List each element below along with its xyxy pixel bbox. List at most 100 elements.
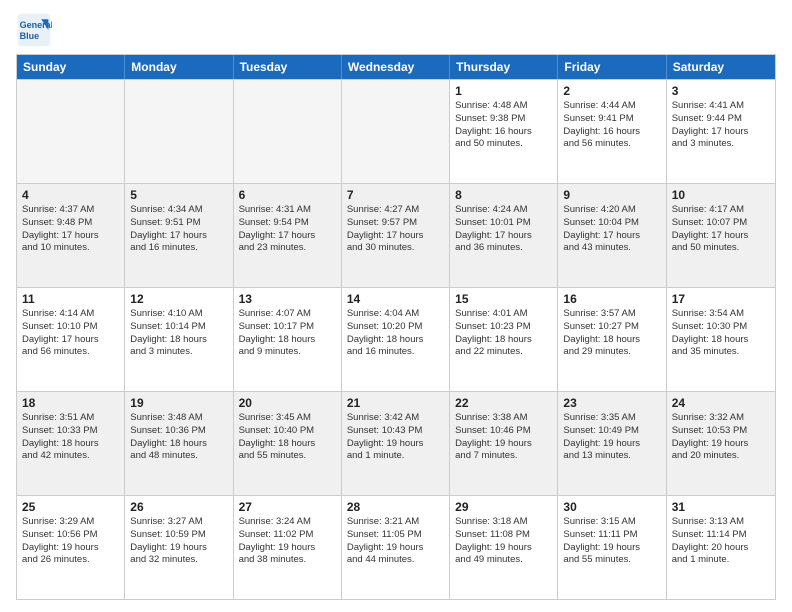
calendar-cell: 27 Sunrise: 3:24 AM Sunset: 11:02 PM Dayl…: [234, 496, 342, 599]
calendar-cell: 15 Sunrise: 4:01 AM Sunset: 10:23 PM Dayl…: [450, 288, 558, 391]
day-number: 16: [563, 292, 660, 306]
calendar-header: SundayMondayTuesdayWednesdayThursdayFrid…: [17, 55, 775, 79]
day-number: 23: [563, 396, 660, 410]
day-number: 9: [563, 188, 660, 202]
calendar-cell: 13 Sunrise: 4:07 AM Sunset: 10:17 PM Dayl…: [234, 288, 342, 391]
calendar-cell: 6 Sunrise: 4:31 AM Sunset: 9:54 PM Daylig…: [234, 184, 342, 287]
calendar-cell: 1 Sunrise: 4:48 AM Sunset: 9:38 PM Daylig…: [450, 80, 558, 183]
day-number: 26: [130, 500, 227, 514]
day-info: Sunrise: 3:38 AM Sunset: 10:46 PM Daylig…: [455, 412, 552, 463]
calendar-cell: 22 Sunrise: 3:38 AM Sunset: 10:46 PM Dayl…: [450, 392, 558, 495]
calendar-cell: 14 Sunrise: 4:04 AM Sunset: 10:20 PM Dayl…: [342, 288, 450, 391]
day-number: 20: [239, 396, 336, 410]
day-number: 28: [347, 500, 444, 514]
day-info: Sunrise: 4:48 AM Sunset: 9:38 PM Dayligh…: [455, 100, 552, 151]
calendar-row: 25 Sunrise: 3:29 AM Sunset: 10:56 PM Dayl…: [17, 495, 775, 599]
day-number: 1: [455, 84, 552, 98]
day-number: 29: [455, 500, 552, 514]
day-info: Sunrise: 3:27 AM Sunset: 10:59 PM Daylig…: [130, 516, 227, 567]
calendar-header-cell: Tuesday: [234, 55, 342, 79]
day-info: Sunrise: 4:27 AM Sunset: 9:57 PM Dayligh…: [347, 204, 444, 255]
calendar-header-cell: Saturday: [667, 55, 775, 79]
day-number: 12: [130, 292, 227, 306]
calendar-cell: 5 Sunrise: 4:34 AM Sunset: 9:51 PM Daylig…: [125, 184, 233, 287]
calendar-row: 4 Sunrise: 4:37 AM Sunset: 9:48 PM Daylig…: [17, 183, 775, 287]
day-info: Sunrise: 4:07 AM Sunset: 10:17 PM Daylig…: [239, 308, 336, 359]
day-info: Sunrise: 3:57 AM Sunset: 10:27 PM Daylig…: [563, 308, 660, 359]
calendar-header-cell: Friday: [558, 55, 666, 79]
calendar-cell: 24 Sunrise: 3:32 AM Sunset: 10:53 PM Dayl…: [667, 392, 775, 495]
calendar-cell: 2Sunrise: 4:44 AM Sunset: 9:41 PM Daylig…: [558, 80, 666, 183]
day-info: Sunrise: 3:15 AM Sunset: 11:11 PM Daylig…: [563, 516, 660, 567]
day-info: Sunrise: 4:17 AM Sunset: 10:07 PM Daylig…: [672, 204, 770, 255]
day-info: Sunrise: 3:35 AM Sunset: 10:49 PM Daylig…: [563, 412, 660, 463]
calendar-cell: [125, 80, 233, 183]
day-number: 15: [455, 292, 552, 306]
calendar-body: 1 Sunrise: 4:48 AM Sunset: 9:38 PM Daylig…: [17, 79, 775, 599]
day-info: Sunrise: 3:18 AM Sunset: 11:08 PM Daylig…: [455, 516, 552, 567]
calendar-cell: 8 Sunrise: 4:24 AM Sunset: 10:01 PM Dayli…: [450, 184, 558, 287]
day-number: 27: [239, 500, 336, 514]
header: General Blue: [16, 12, 776, 48]
day-info: Sunrise: 4:41 AM Sunset: 9:44 PM Dayligh…: [672, 100, 770, 151]
calendar-header-cell: Monday: [125, 55, 233, 79]
calendar-cell: 29 Sunrise: 3:18 AM Sunset: 11:08 PM Dayl…: [450, 496, 558, 599]
calendar-header-cell: Thursday: [450, 55, 558, 79]
day-number: 8: [455, 188, 552, 202]
calendar-cell: [234, 80, 342, 183]
day-info: Sunrise: 3:45 AM Sunset: 10:40 PM Daylig…: [239, 412, 336, 463]
day-info: Sunrise: 4:44 AM Sunset: 9:41 PM Dayligh…: [563, 100, 660, 151]
calendar-cell: 26 Sunrise: 3:27 AM Sunset: 10:59 PM Dayl…: [125, 496, 233, 599]
calendar-cell: 3 Sunrise: 4:41 AM Sunset: 9:44 PM Daylig…: [667, 80, 775, 183]
day-number: 25: [22, 500, 119, 514]
day-number: 13: [239, 292, 336, 306]
calendar-row: 1 Sunrise: 4:48 AM Sunset: 9:38 PM Daylig…: [17, 79, 775, 183]
logo: General Blue: [16, 12, 56, 48]
logo-icon: General Blue: [16, 12, 52, 48]
day-number: 19: [130, 396, 227, 410]
calendar-cell: 21 Sunrise: 3:42 AM Sunset: 10:43 PM Dayl…: [342, 392, 450, 495]
calendar-header-cell: Sunday: [17, 55, 125, 79]
day-info: Sunrise: 3:32 AM Sunset: 10:53 PM Daylig…: [672, 412, 770, 463]
calendar-cell: 4 Sunrise: 4:37 AM Sunset: 9:48 PM Daylig…: [17, 184, 125, 287]
day-number: 5: [130, 188, 227, 202]
day-number: 3: [672, 84, 770, 98]
day-info: Sunrise: 3:42 AM Sunset: 10:43 PM Daylig…: [347, 412, 444, 463]
day-info: Sunrise: 4:01 AM Sunset: 10:23 PM Daylig…: [455, 308, 552, 359]
day-info: Sunrise: 3:51 AM Sunset: 10:33 PM Daylig…: [22, 412, 119, 463]
day-info: Sunrise: 3:24 AM Sunset: 11:02 PM Daylig…: [239, 516, 336, 567]
calendar-cell: 30 Sunrise: 3:15 AM Sunset: 11:11 PM Dayl…: [558, 496, 666, 599]
day-number: 18: [22, 396, 119, 410]
calendar-cell: 20 Sunrise: 3:45 AM Sunset: 10:40 PM Dayl…: [234, 392, 342, 495]
day-number: 4: [22, 188, 119, 202]
day-number: 24: [672, 396, 770, 410]
day-number: 10: [672, 188, 770, 202]
day-info: Sunrise: 4:04 AM Sunset: 10:20 PM Daylig…: [347, 308, 444, 359]
calendar-cell: 18 Sunrise: 3:51 AM Sunset: 10:33 PM Dayl…: [17, 392, 125, 495]
day-info: Sunrise: 4:14 AM Sunset: 10:10 PM Daylig…: [22, 308, 119, 359]
calendar-header-cell: Wednesday: [342, 55, 450, 79]
calendar-cell: 28Sunrise: 3:21 AM Sunset: 11:05 PM Dayl…: [342, 496, 450, 599]
day-number: 31: [672, 500, 770, 514]
day-number: 22: [455, 396, 552, 410]
day-info: Sunrise: 4:10 AM Sunset: 10:14 PM Daylig…: [130, 308, 227, 359]
day-info: Sunrise: 4:34 AM Sunset: 9:51 PM Dayligh…: [130, 204, 227, 255]
calendar-cell: 16 Sunrise: 3:57 AM Sunset: 10:27 PM Dayl…: [558, 288, 666, 391]
day-info: Sunrise: 4:24 AM Sunset: 10:01 PM Daylig…: [455, 204, 552, 255]
svg-text:Blue: Blue: [20, 31, 40, 41]
day-number: 17: [672, 292, 770, 306]
calendar-cell: 31Sunrise: 3:13 AM Sunset: 11:14 PM Dayl…: [667, 496, 775, 599]
day-info: Sunrise: 3:29 AM Sunset: 10:56 PM Daylig…: [22, 516, 119, 567]
day-info: Sunrise: 4:20 AM Sunset: 10:04 PM Daylig…: [563, 204, 660, 255]
calendar-row: 11Sunrise: 4:14 AM Sunset: 10:10 PM Dayl…: [17, 287, 775, 391]
calendar-cell: 11Sunrise: 4:14 AM Sunset: 10:10 PM Dayl…: [17, 288, 125, 391]
day-number: 6: [239, 188, 336, 202]
day-number: 7: [347, 188, 444, 202]
day-number: 30: [563, 500, 660, 514]
day-info: Sunrise: 4:37 AM Sunset: 9:48 PM Dayligh…: [22, 204, 119, 255]
calendar-cell: [342, 80, 450, 183]
calendar-cell: 23 Sunrise: 3:35 AM Sunset: 10:49 PM Dayl…: [558, 392, 666, 495]
day-info: Sunrise: 4:31 AM Sunset: 9:54 PM Dayligh…: [239, 204, 336, 255]
day-number: 21: [347, 396, 444, 410]
day-number: 14: [347, 292, 444, 306]
